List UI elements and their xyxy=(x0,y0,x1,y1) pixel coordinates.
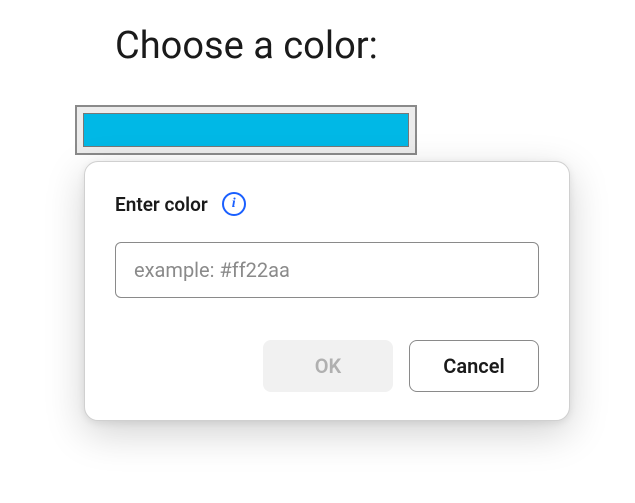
dialog-title: Enter color xyxy=(115,193,208,216)
color-input[interactable] xyxy=(115,242,539,298)
color-swatch-button[interactable] xyxy=(75,105,417,155)
info-icon[interactable]: i xyxy=(222,192,246,216)
dialog-header: Enter color i xyxy=(115,192,539,216)
page-title: Choose a color: xyxy=(115,24,378,68)
color-entry-dialog: Enter color i OK Cancel xyxy=(84,161,570,421)
cancel-button[interactable]: Cancel xyxy=(409,340,539,392)
color-swatch-fill xyxy=(83,113,409,147)
dialog-button-row: OK Cancel xyxy=(115,340,539,392)
ok-button[interactable]: OK xyxy=(263,340,393,392)
